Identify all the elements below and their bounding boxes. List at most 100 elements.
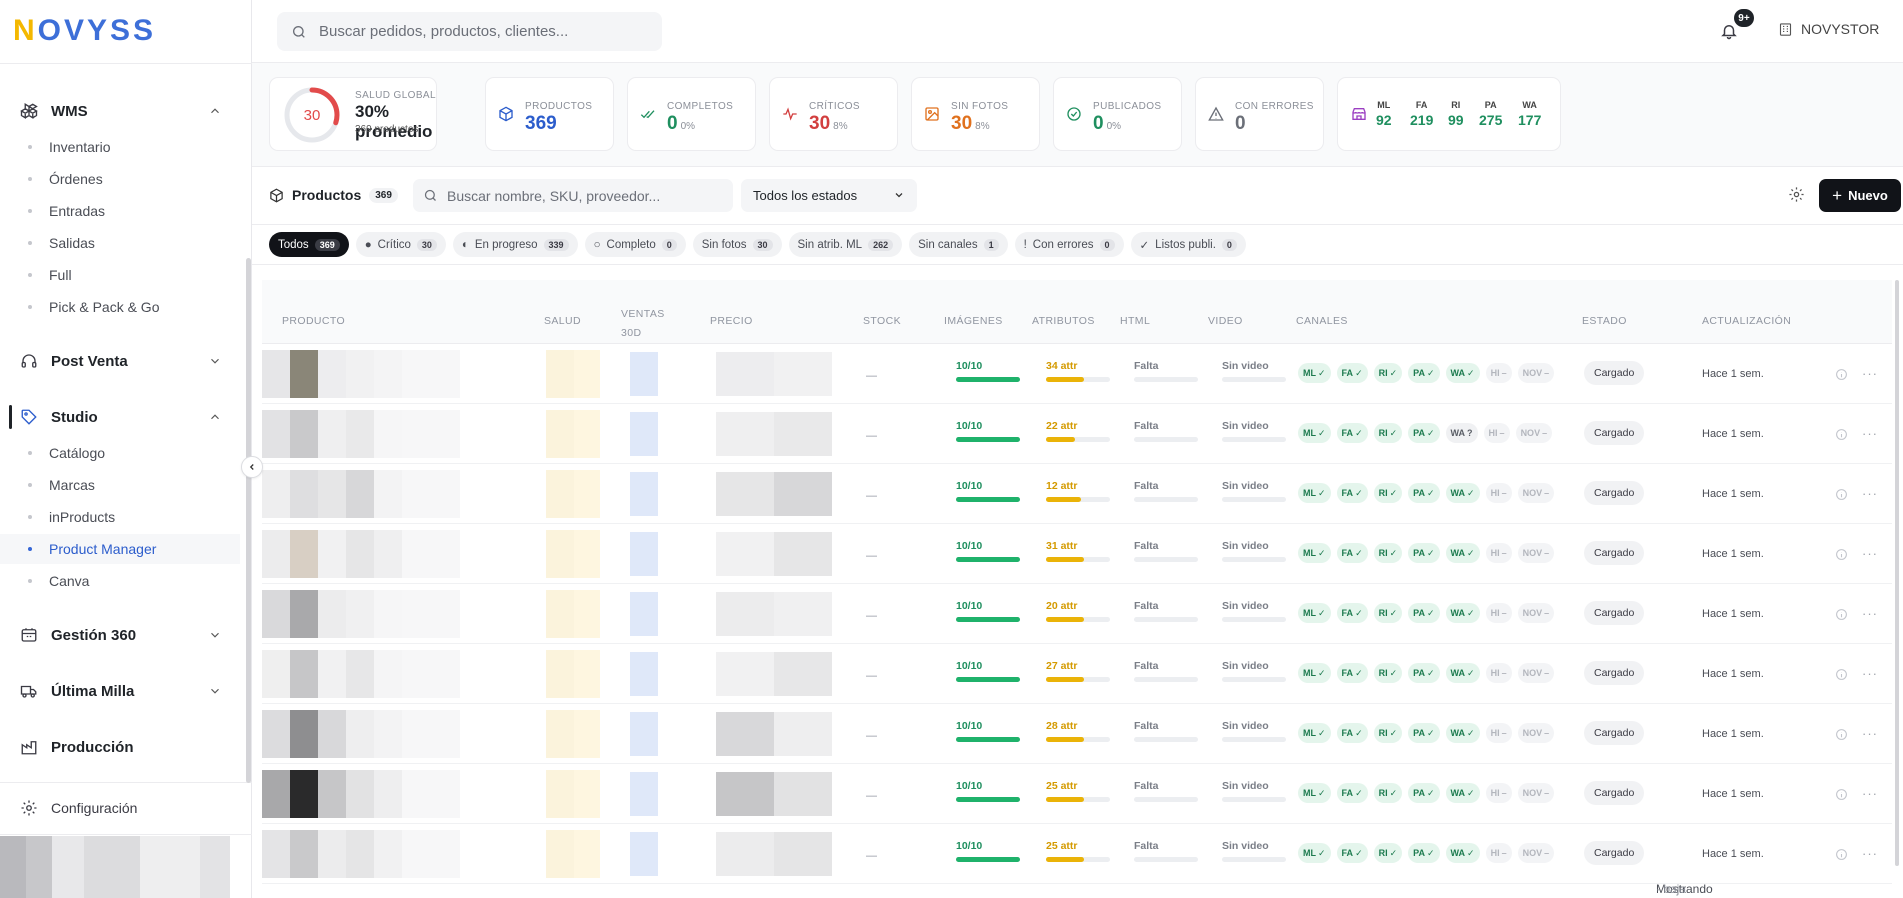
product-search-input[interactable] xyxy=(447,179,727,212)
col-stock[interactable]: STOCK xyxy=(863,315,901,327)
filter-chip[interactable]: ○ Completo 0 xyxy=(584,232,686,257)
channel-badge[interactable]: HI – xyxy=(1485,363,1512,383)
more-options-icon[interactable]: ··· xyxy=(1862,786,1878,801)
channel-badge[interactable]: HI – xyxy=(1485,723,1512,743)
channel-badge[interactable]: NOV – xyxy=(1517,603,1555,623)
channel-badge[interactable]: WA ✓ xyxy=(1445,483,1480,503)
table-row[interactable]: —10/10 20 attr Falta Sin video ML ✓ FA ✓ RI ✓ PA ✓ W… xyxy=(262,584,1892,644)
filter-chip[interactable]: ✓ Listos publi. 0 xyxy=(1130,232,1246,257)
col-video[interactable]: VIDEO xyxy=(1208,315,1243,327)
channel-badge[interactable]: FA ✓ xyxy=(1336,603,1368,623)
table-row[interactable]: —10/10 25 attr Falta Sin video ML ✓ FA ✓ RI ✓ PA ✓ W… xyxy=(262,764,1892,824)
channel-badge[interactable]: NOV – xyxy=(1517,723,1555,743)
table-row[interactable]: —10/10 27 attr Falta Sin video ML ✓ FA ✓ RI ✓ PA ✓ W… xyxy=(262,644,1892,704)
col-estado[interactable]: ESTADO xyxy=(1582,315,1627,327)
sidebar-item-catalogo[interactable]: Catálogo xyxy=(0,438,240,468)
sidebar-item-inventario[interactable]: Inventario xyxy=(0,132,240,162)
info-icon[interactable] xyxy=(1835,368,1848,381)
channel-badge[interactable]: RI ✓ xyxy=(1373,483,1403,503)
sidebar-item-product-manager[interactable]: Product Manager xyxy=(0,534,240,564)
sidebar-item-salidas[interactable]: Salidas xyxy=(0,228,240,258)
channel-badge[interactable]: ML ✓ xyxy=(1298,783,1331,803)
col-producto[interactable]: PRODUCTO xyxy=(282,315,345,327)
product-search[interactable] xyxy=(413,179,733,212)
info-icon[interactable] xyxy=(1835,428,1848,441)
more-options-icon[interactable]: ··· xyxy=(1862,606,1878,621)
global-search-input[interactable] xyxy=(319,12,649,51)
sidebar-item-marcas[interactable]: Marcas xyxy=(0,470,240,500)
nav-section-ultima-milla[interactable]: Última Milla xyxy=(0,671,240,711)
channel-badge[interactable]: WA ✓ xyxy=(1445,543,1480,563)
channel-badge[interactable]: RI ✓ xyxy=(1373,423,1403,443)
stat-channels[interactable]: ML 92 FA 219 RI 99 PA 275 WA 177 xyxy=(1337,77,1561,151)
channel-badge[interactable]: RI ✓ xyxy=(1373,363,1403,383)
channel-badge[interactable]: PA ✓ xyxy=(1408,423,1440,443)
channel-badge[interactable]: NOV – xyxy=(1517,363,1555,383)
filter-chip[interactable]: ◐ En progreso 339 xyxy=(452,232,578,257)
col-ventas[interactable]: VENTAS 30D xyxy=(621,305,665,343)
channel-badge[interactable]: NOV – xyxy=(1517,543,1555,563)
channel-badge[interactable]: HI – xyxy=(1485,663,1512,683)
sidebar-item-entradas[interactable]: Entradas xyxy=(0,196,240,226)
global-search[interactable] xyxy=(277,12,662,51)
filter-chip[interactable]: Sin canales 1 xyxy=(909,232,1008,257)
col-imagenes[interactable]: IMÁGENES xyxy=(944,315,1003,327)
sidebar-item-pick-pack-go[interactable]: Pick & Pack & Go xyxy=(0,292,240,322)
channel-badge[interactable]: HI – xyxy=(1485,483,1512,503)
table-row[interactable]: —10/10 34 attr Falta Sin video ML ✓ FA ✓ RI ✓ PA ✓ W… xyxy=(262,344,1892,404)
sidebar-item-full[interactable]: Full xyxy=(0,260,240,290)
sidebar-item-ordenes[interactable]: Órdenes xyxy=(0,164,240,194)
channel-badge[interactable]: ML ✓ xyxy=(1298,543,1331,563)
info-icon[interactable] xyxy=(1835,848,1848,861)
new-product-button[interactable]: + Nuevo xyxy=(1819,179,1901,212)
info-icon[interactable] xyxy=(1835,488,1848,501)
logo[interactable]: NOVYSS xyxy=(13,14,156,48)
channel-badge[interactable]: PA ✓ xyxy=(1408,843,1440,863)
more-options-icon[interactable]: ··· xyxy=(1862,726,1878,741)
health-card[interactable]: 30 SALUD GLOBAL 30% promedio 369 product… xyxy=(269,77,437,151)
channel-badge[interactable]: ML ✓ xyxy=(1298,843,1331,863)
channel-badge[interactable]: NOV – xyxy=(1517,483,1555,503)
channel-badge[interactable]: WA ✓ xyxy=(1445,783,1480,803)
channel-badge[interactable]: FA ✓ xyxy=(1336,723,1368,743)
stat-completos[interactable]: COMPLETOS 0 0% xyxy=(627,77,756,151)
nav-section-studio[interactable]: Studio xyxy=(0,397,240,437)
channel-badge[interactable]: HI – xyxy=(1483,423,1510,443)
col-salud[interactable]: SALUD xyxy=(544,315,581,327)
more-options-icon[interactable]: ··· xyxy=(1862,426,1878,441)
channel-badge[interactable]: HI – xyxy=(1485,783,1512,803)
channel-badge[interactable]: FA ✓ xyxy=(1336,483,1368,503)
nav-section-produccion[interactable]: Producción xyxy=(0,727,240,767)
sidebar-item-canva[interactable]: Canva xyxy=(0,566,240,596)
channel-badge[interactable]: WA ✓ xyxy=(1445,723,1480,743)
info-icon[interactable] xyxy=(1835,788,1848,801)
channel-badge[interactable]: ML ✓ xyxy=(1298,423,1331,443)
info-icon[interactable] xyxy=(1835,548,1848,561)
sidebar-scrollbar[interactable] xyxy=(246,258,251,783)
channel-badge[interactable]: WA ✓ xyxy=(1445,363,1480,383)
filter-chip[interactable]: Todos 369 xyxy=(269,232,349,257)
table-row[interactable]: —10/10 12 attr Falta Sin video ML ✓ FA ✓ RI ✓ PA ✓ W… xyxy=(262,464,1892,524)
channel-badge[interactable]: ML ✓ xyxy=(1298,663,1331,683)
channel-badge[interactable]: NOV – xyxy=(1517,843,1555,863)
more-options-icon[interactable]: ··· xyxy=(1862,486,1878,501)
channel-badge[interactable]: ML ✓ xyxy=(1298,363,1331,383)
channel-badge[interactable]: WA ✓ xyxy=(1445,843,1480,863)
more-options-icon[interactable]: ··· xyxy=(1862,366,1878,381)
channel-badge[interactable]: ML ✓ xyxy=(1298,723,1331,743)
filter-chip[interactable]: ! Con errores 0 xyxy=(1014,232,1124,257)
info-icon[interactable] xyxy=(1835,668,1848,681)
channel-badge[interactable]: PA ✓ xyxy=(1408,663,1440,683)
col-html[interactable]: HTML xyxy=(1120,315,1150,327)
channel-badge[interactable]: HI – xyxy=(1485,843,1512,863)
channel-badge[interactable]: HI – xyxy=(1485,543,1512,563)
channel-badge[interactable]: RI ✓ xyxy=(1373,603,1403,623)
channel-badge[interactable]: PA ✓ xyxy=(1408,603,1440,623)
table-row[interactable]: —10/10 28 attr Falta Sin video ML ✓ FA ✓ RI ✓ PA ✓ W… xyxy=(262,704,1892,764)
channel-badge[interactable]: WA ✓ xyxy=(1445,663,1480,683)
nav-configuracion[interactable]: Configuración xyxy=(0,788,240,828)
channel-badge[interactable]: FA ✓ xyxy=(1336,423,1368,443)
store-selector[interactable]: NOVYSTOR xyxy=(1778,21,1879,37)
col-precio[interactable]: PRECIO xyxy=(710,315,753,327)
stat-criticos[interactable]: CRÍTICOS 30 8% xyxy=(769,77,898,151)
